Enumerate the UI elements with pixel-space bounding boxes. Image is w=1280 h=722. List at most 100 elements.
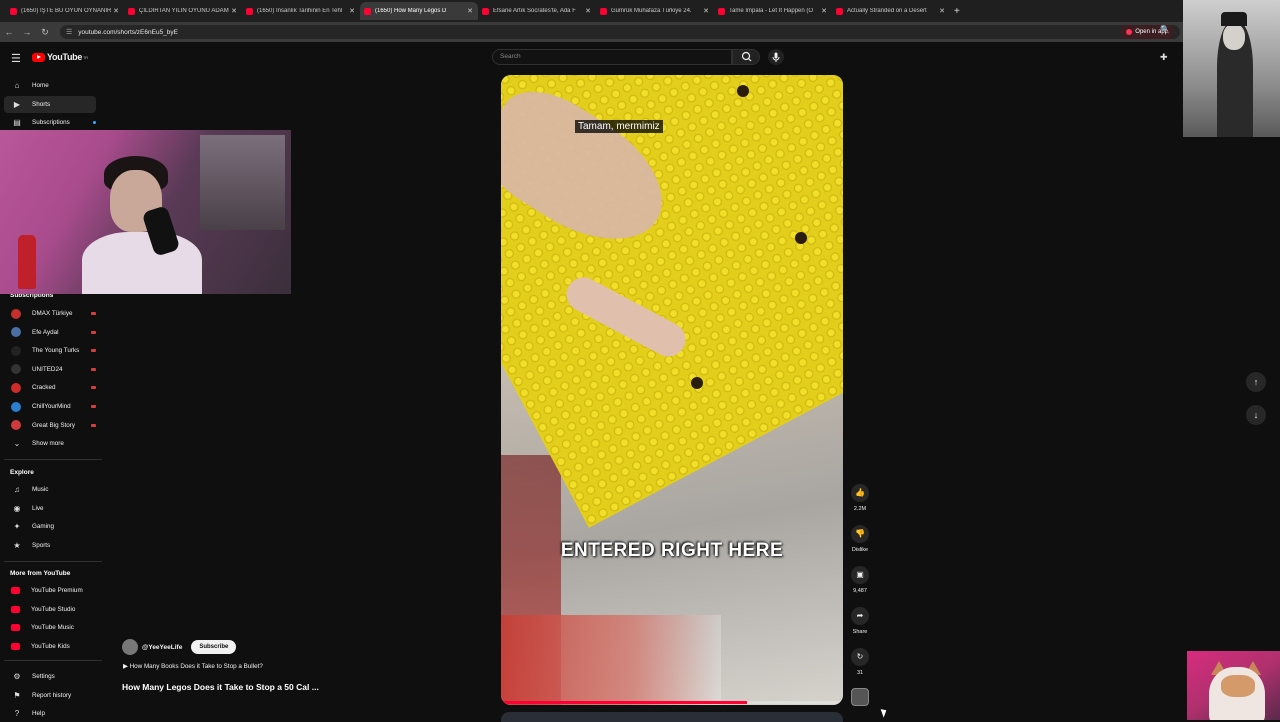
zoom-icon[interactable]: 🔍 (1160, 25, 1170, 34)
sidebar-item[interactable]: YouTube Kids (4, 638, 96, 655)
comments-button[interactable]: ▣ 9,487 (846, 566, 874, 594)
live-icon: ◉ (13, 503, 21, 513)
browser-tab[interactable]: ÇILDIRTAN YILIN OYUNU ADAM ✕ (124, 2, 242, 20)
tab-title: Actually Stranded on a Desert (847, 8, 927, 14)
previous-short-button[interactable]: ↑ (1246, 372, 1266, 392)
sidebar-item[interactable]: ▤ Subscriptions (4, 114, 96, 131)
home-icon: ⌂ (14, 81, 20, 90)
browser-tab[interactable]: Actually Stranded on a Desert ✕ (832, 2, 950, 20)
url-bar[interactable]: ☰ youtube.com/shorts/zE6nEu5_byE Open in… (60, 25, 1180, 39)
video-caption: ENTERED RIGHT HERE (560, 540, 784, 561)
live-indicator (91, 423, 96, 427)
like-button[interactable]: 👍 2.2M (846, 484, 874, 512)
site-info-icon[interactable]: ☰ (66, 28, 72, 36)
sidebar-item[interactable]: ✦ Gaming (4, 518, 96, 535)
browser-tab[interactable]: (1650) İŞTE BU OYUN OYNANIR ✕ (6, 2, 124, 20)
video-progress-fill (501, 701, 748, 704)
search-button[interactable] (732, 49, 760, 65)
sidebar-item-label: Cracked (32, 384, 56, 392)
sidebar-item[interactable]: ▶ Shorts (4, 95, 96, 113)
new-content-dot (93, 121, 96, 124)
sidebar-item[interactable]: ◉ Live (4, 500, 96, 517)
sidebar-item[interactable]: DMAX Türkiye (4, 305, 96, 322)
sidebar-item-label: YouTube Kids (31, 642, 70, 650)
thumbs-up-icon: 👍 (851, 484, 869, 502)
short-title[interactable]: How Many Legos Does it Take to Stop a 50… (122, 682, 319, 692)
sidebar-item-label: YouTube Premium (31, 587, 83, 594)
sidebar-item[interactable]: ChillYourMind (4, 398, 96, 415)
sidebar-item[interactable]: ⚑ Report history (4, 687, 96, 704)
bullet-hole (795, 232, 807, 244)
tab-title: (1650) İŞTE BU OYUN OYNANIR (21, 8, 112, 14)
play-triangle-icon: ▶ (123, 663, 130, 670)
voice-search-button[interactable] (768, 49, 784, 65)
youtube-favicon-icon (128, 7, 135, 15)
live-indicator (91, 405, 96, 408)
share-button[interactable]: ➦ Share (846, 607, 874, 635)
channel-name[interactable]: @YeeYeeLife (142, 644, 182, 651)
sidebar-item[interactable]: YouTube Studio (4, 601, 96, 618)
close-tab-icon[interactable]: ✕ (348, 7, 356, 15)
channel-avatar[interactable] (122, 639, 138, 655)
sidebar-item[interactable]: UNITED24 (4, 361, 96, 378)
youtube-favicon-icon (718, 7, 725, 15)
youtube-logo[interactable]: YouTube TR (32, 52, 88, 62)
reload-icon[interactable]: ↻ (36, 27, 54, 38)
new-tab-icon[interactable]: + (954, 6, 960, 17)
browser-address-bar: ← → ↻ ☰ youtube.com/shorts/zE6nEu5_byE O… (0, 22, 1280, 42)
dislike-label: Dislike (851, 547, 869, 553)
browser-tab[interactable]: Efsane Artık Socrates'te, Ada F ✕ (478, 2, 596, 20)
sidebar-item-label: Subscriptions (32, 119, 70, 126)
next-short-button[interactable]: ↓ (1246, 405, 1266, 425)
sidebar-item[interactable]: ? Help (4, 705, 96, 722)
help-icon: ? (14, 709, 20, 719)
search-input[interactable]: Search (492, 49, 732, 65)
close-tab-icon[interactable]: ✕ (938, 7, 946, 15)
sidebar-item-label: The Young Turks (32, 347, 80, 355)
close-tab-icon[interactable]: ✕ (820, 7, 828, 15)
audio-thumbnail[interactable] (851, 688, 869, 706)
dislike-button[interactable]: 👎 Dislike (846, 525, 874, 553)
sidebar-item[interactable]: YouTube Premium (4, 582, 96, 599)
create-icon[interactable]: ✚ (1160, 52, 1168, 63)
sidebar-item[interactable]: ★ Sports (4, 537, 96, 554)
youtube-play-icon (32, 52, 45, 62)
sidebar-divider (4, 660, 102, 661)
short-video-player[interactable]: Tamam, mermimiz ENTERED RIGHT HERE (501, 75, 843, 705)
sidebar-section-heading: More from YouTube (10, 570, 71, 577)
forward-icon[interactable]: → (18, 27, 36, 37)
sidebar-item[interactable]: YouTube Music (4, 619, 96, 636)
sidebar-divider (4, 561, 102, 562)
sidebar-item[interactable]: ⚙ Settings (4, 668, 96, 685)
sidebar-item[interactable]: ⌂ Home (4, 77, 96, 94)
close-tab-icon[interactable]: ✕ (702, 7, 710, 15)
sidebar-item[interactable]: Efe Aydal (4, 324, 96, 341)
sidebar-item-label: UNITED24 (32, 365, 63, 373)
sidebar-item[interactable]: Great Big Story (4, 417, 96, 434)
close-tab-icon[interactable]: ✕ (230, 7, 238, 15)
menu-icon[interactable]: ☰ (11, 52, 21, 65)
back-icon[interactable]: ← (0, 27, 18, 37)
sidebar-item-label: Sports (32, 541, 51, 549)
related-video-link[interactable]: ▶ How Many Books Does it Take to Stop a … (123, 663, 263, 670)
channel-avatar (11, 401, 21, 412)
close-tab-icon[interactable]: ✕ (466, 7, 474, 15)
shorts-icon: ▶ (13, 99, 21, 109)
sidebar-item[interactable]: The Young Turks (4, 342, 96, 359)
sidebar-item[interactable]: ♫ Music (4, 481, 96, 498)
browser-tab[interactable]: Tame Impala - Let It Happen (O ✕ (714, 2, 832, 20)
browser-tab[interactable]: (1650) How Many Legos D ✕ (360, 2, 478, 20)
next-short-preview[interactable] (501, 712, 843, 722)
close-tab-icon[interactable]: ✕ (112, 7, 120, 15)
browser-tab[interactable]: (1650) İnsanlık Tarihinin En Tehl ✕ (242, 2, 360, 20)
remix-button[interactable]: ↻ 31 (846, 648, 874, 676)
close-tab-icon[interactable]: ✕ (584, 7, 592, 15)
app-icon (1126, 29, 1133, 35)
browser-tab[interactable]: Gümrük Muhafaza Türkiye 24. ✕ (596, 2, 714, 20)
show-more-button[interactable]: ⌄ Show more (4, 435, 96, 452)
subscribe-button[interactable]: Subscribe (191, 640, 237, 654)
logo-text: YouTube (47, 52, 83, 62)
remix-icon: ↻ (851, 648, 869, 666)
sidebar-item[interactable]: Cracked (4, 379, 96, 396)
video-progress-bar[interactable] (501, 701, 843, 704)
